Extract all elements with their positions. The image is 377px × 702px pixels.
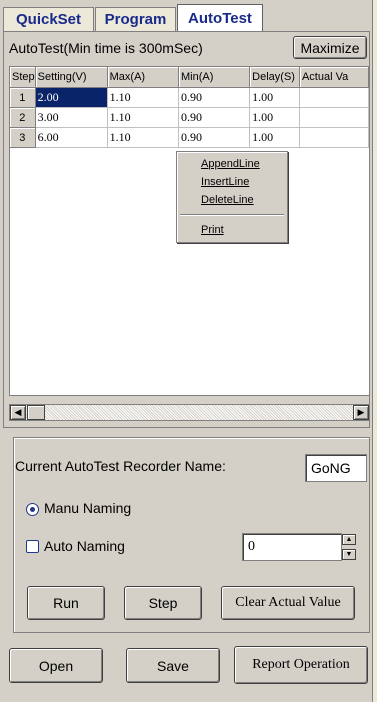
table-cell[interactable] — [299, 107, 369, 128]
col-header-actual[interactable]: Actual Va — [299, 67, 369, 88]
table-cell[interactable]: 0.90 — [178, 87, 251, 108]
tab-quickset[interactable]: QuickSet — [3, 7, 94, 31]
spin-down-icon[interactable]: ▼ — [342, 549, 356, 560]
recorder-name-label: Current AutoTest Recorder Name: — [15, 458, 226, 474]
table-cell[interactable] — [299, 87, 369, 108]
table-cell[interactable]: 1.10 — [107, 127, 179, 148]
table-cell[interactable]: 1.10 — [107, 87, 179, 108]
scroll-left-arrow-icon[interactable]: ◀ — [10, 405, 26, 420]
table-cell[interactable]: 0.90 — [178, 127, 251, 148]
run-button[interactable]: Run — [27, 586, 105, 620]
grid-header-row: Step Setting(V) Max(A) Min(A) Delay(S) A… — [10, 67, 369, 88]
horizontal-scrollbar[interactable]: ◀ ▶ — [9, 404, 370, 421]
maximize-button[interactable]: Maximize — [293, 36, 367, 59]
row-header[interactable]: 2 — [10, 107, 36, 128]
col-header-min[interactable]: Min(A) — [178, 67, 251, 88]
recorder-name-field[interactable]: GoNG — [305, 454, 367, 482]
table-row[interactable]: 1 2.00 1.10 0.90 1.00 — [10, 87, 369, 108]
col-header-delay[interactable]: Delay(S) — [249, 67, 300, 88]
tab-program[interactable]: Program — [95, 7, 176, 31]
table-cell[interactable]: 1.00 — [249, 127, 300, 148]
clear-actual-value-button[interactable]: Clear Actual Value — [221, 586, 355, 620]
table-cell[interactable]: 0.90 — [178, 107, 251, 128]
col-header-setting[interactable]: Setting(V) — [35, 67, 108, 88]
row-header[interactable]: 3 — [10, 127, 36, 148]
scroll-right-arrow-icon[interactable]: ▶ — [353, 405, 369, 420]
table-row[interactable]: 2 3.00 1.10 0.90 1.00 — [10, 107, 369, 128]
manu-naming-radio[interactable] — [26, 503, 39, 516]
table-cell[interactable] — [299, 127, 369, 148]
menu-item-deleteline[interactable]: DeleteLine — [201, 194, 254, 206]
menu-item-print[interactable]: Print — [201, 224, 224, 236]
table-cell[interactable]: 1.00 — [249, 107, 300, 128]
tab-autotest[interactable]: AutoTest — [177, 4, 263, 32]
menu-separator — [180, 214, 284, 216]
menu-item-insertline[interactable]: InsertLine — [201, 176, 249, 188]
table-cell[interactable]: 6.00 — [35, 127, 108, 148]
auto-naming-counter[interactable]: 0 — [242, 533, 342, 561]
auto-naming-checkbox[interactable] — [26, 540, 39, 553]
manu-naming-label[interactable]: Manu Naming — [44, 500, 131, 516]
report-operation-button[interactable]: Report Operation — [234, 646, 368, 684]
scroll-thumb[interactable] — [27, 405, 45, 420]
context-menu: AppendLine InsertLine DeleteLine Print — [176, 151, 288, 243]
autotest-title: AutoTest(Min time is 300mSec) — [9, 40, 203, 56]
step-button[interactable]: Step — [124, 586, 202, 620]
menu-item-appendline[interactable]: AppendLine — [201, 158, 260, 170]
window-edge — [372, 0, 377, 702]
table-cell[interactable]: 2.00 — [35, 87, 108, 108]
open-button[interactable]: Open — [9, 648, 103, 683]
table-row[interactable]: 3 6.00 1.10 0.90 1.00 — [10, 127, 369, 148]
auto-naming-label[interactable]: Auto Naming — [44, 538, 125, 554]
table-cell[interactable]: 1.00 — [249, 87, 300, 108]
save-button[interactable]: Save — [126, 648, 220, 683]
table-cell[interactable]: 1.10 — [107, 107, 179, 128]
spin-up-icon[interactable]: ▲ — [342, 534, 356, 545]
table-cell[interactable]: 3.00 — [35, 107, 108, 128]
col-header-max[interactable]: Max(A) — [107, 67, 179, 88]
row-header[interactable]: 1 — [10, 87, 36, 108]
col-header-step[interactable]: Step — [10, 67, 36, 88]
